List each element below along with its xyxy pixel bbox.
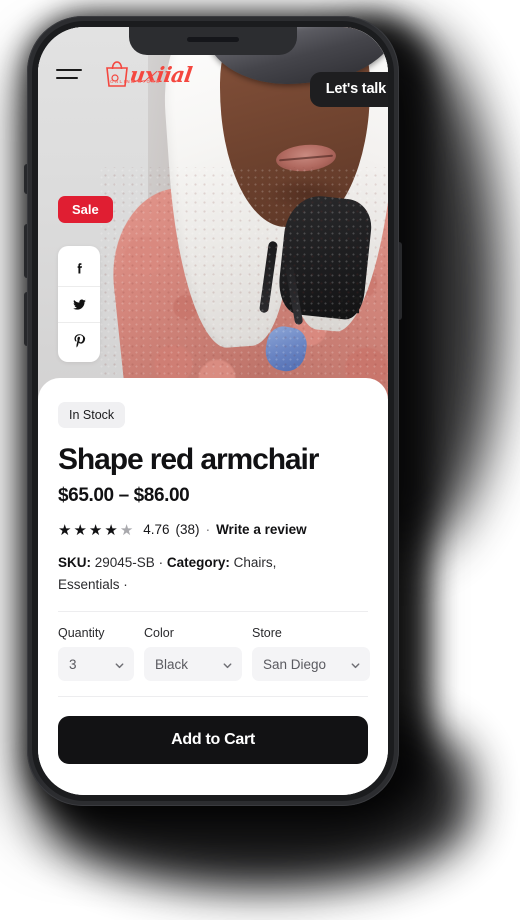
store-label: Store (252, 626, 282, 641)
color-label: Color (144, 626, 174, 641)
divider-above-cart (58, 696, 368, 698)
quantity-select[interactable]: 3 (58, 647, 134, 682)
sku-label: SKU: (58, 554, 91, 570)
divider-above-options (58, 611, 368, 613)
earpiece-speaker (187, 36, 239, 42)
option-store: Store San Diego (252, 626, 370, 682)
product-options: Quantity 3 Color Black Store San Diego (58, 626, 370, 682)
color-value: Black (155, 656, 189, 672)
category-label: Category: (166, 554, 230, 570)
status-badge: In Stock (58, 402, 126, 428)
quantity-value: 3 (69, 656, 77, 672)
option-color: Color Black (144, 626, 242, 682)
chevron-down-icon (222, 659, 233, 670)
rating-count: (38) (175, 522, 200, 538)
phone-power-button[interactable] (399, 242, 402, 320)
facebook-icon[interactable] (58, 250, 100, 286)
sale-badge: Sale (58, 196, 113, 223)
star-filled-1: ★ (58, 521, 73, 539)
twitter-icon[interactable] (58, 286, 100, 322)
brand-logo[interactable]: uxiial ONLINE STORE (104, 60, 193, 88)
chevron-down-icon (350, 659, 361, 670)
phone-screen: uxiial ONLINE STORE Let's talk Sale In S… (38, 27, 388, 795)
store-select[interactable]: San Diego (252, 647, 370, 682)
chevron-down-icon (114, 659, 125, 670)
star-empty-5: ★ (119, 521, 135, 539)
hamburger-icon[interactable] (56, 69, 82, 79)
star-filled-3: ★ (88, 521, 104, 539)
phone-volume-up-button[interactable] (24, 224, 27, 278)
product-detail-card: In Stock Shape red armchair $65.00 – $86… (38, 378, 388, 795)
pinterest-icon[interactable] (58, 322, 100, 358)
brand-tagline: ONLINE STORE (110, 79, 161, 84)
social-share-rail (58, 246, 100, 362)
option-quantity: Quantity 3 (58, 626, 134, 682)
store-value: San Diego (263, 656, 327, 672)
meta-separator-2: · (123, 577, 128, 593)
product-price: $65.00 – $86.00 (58, 484, 190, 506)
sku-value: 29045-SB (94, 554, 155, 570)
star-filled-2: ★ (73, 521, 88, 539)
color-select[interactable]: Black (144, 647, 242, 682)
star-filled-4: ★ (104, 521, 119, 539)
lets-talk-button[interactable]: Let's talk (309, 72, 388, 107)
hamburger-line-2 (56, 77, 78, 79)
hamburger-line-1 (56, 69, 82, 71)
quantity-label: Quantity (58, 626, 105, 641)
fullscreen-icon[interactable] (340, 295, 360, 315)
product-meta: SKU: 29045-SB · Category: Chairs, Essent… (58, 552, 328, 597)
phone-mockup: uxiial ONLINE STORE Let's talk Sale In S… (24, 16, 402, 806)
screenshot-stage: uxiial ONLINE STORE Let's talk Sale In S… (0, 0, 520, 920)
star-rating: ★ ★ ★ ★ ★ (58, 521, 134, 539)
phone-silent-switch[interactable] (24, 164, 27, 194)
phone-volume-down-button[interactable] (24, 292, 27, 346)
rating-separator: · (205, 522, 211, 538)
add-to-cart-button[interactable]: Add to Cart (58, 716, 368, 765)
page-title: Shape red armchair (58, 443, 319, 476)
rating-row: ★ ★ ★ ★ ★ 4.76 (38) · Write a review (58, 521, 368, 539)
rating-value: 4.76 (143, 522, 170, 538)
meta-separator-1: · (158, 554, 164, 570)
write-a-review-link[interactable]: Write a review (216, 522, 307, 537)
phone-notch (129, 27, 297, 55)
